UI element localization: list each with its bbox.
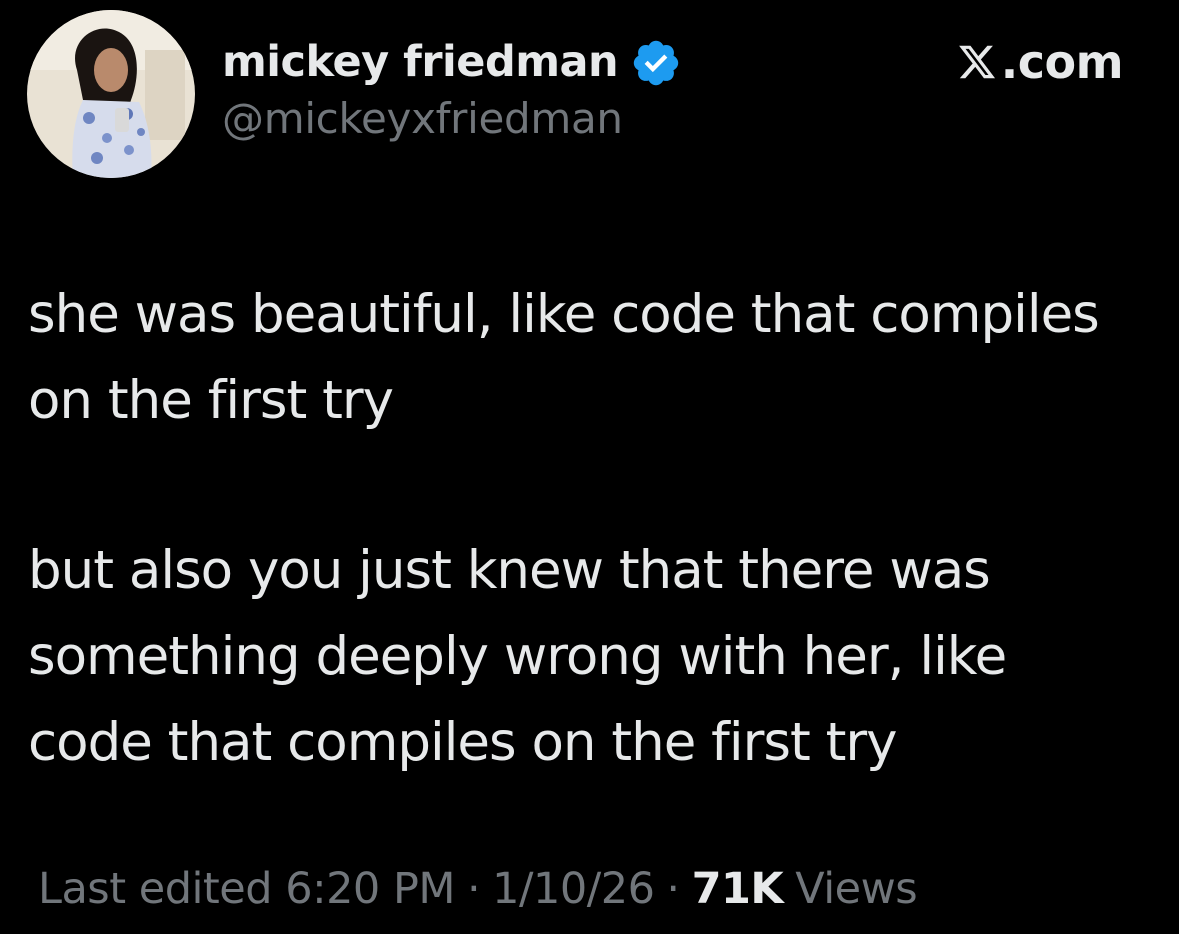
user-handle[interactable]: @mickeyxfriedman: [222, 92, 782, 146]
avatar-image: [27, 10, 195, 178]
edit-label[interactable]: Last edited: [38, 859, 273, 919]
author-block: mickey friedman @mickeyxfriedman: [222, 34, 782, 146]
views-count[interactable]: 71K: [692, 859, 784, 919]
tweet-meta: Last edited 6:20 PM · 1/10/26 · 71K View…: [38, 858, 918, 920]
tweet-date[interactable]: 1/10/26: [492, 859, 655, 919]
tweet-paragraph-2: but also you just knew that there was so…: [28, 540, 1007, 773]
display-name[interactable]: mickey friedman: [222, 34, 619, 90]
meta-separator: ·: [666, 864, 680, 914]
brand-domain: .com: [1000, 35, 1124, 89]
meta-separator: ·: [466, 864, 481, 914]
name-row: mickey friedman: [222, 34, 782, 90]
tweet-time[interactable]: 6:20 PM: [285, 859, 455, 919]
tweet-paragraph-1: she was beautiful, like code that compil…: [28, 284, 1100, 431]
verified-badge-icon: [630, 37, 682, 89]
brand-watermark: .com: [957, 30, 1124, 94]
tweet-text: she was beautiful, like code that compil…: [28, 272, 1128, 786]
tweet-card: mickey friedman @mickeyxfriedman .com sh…: [0, 0, 1179, 934]
x-logo-icon: [957, 42, 997, 82]
avatar[interactable]: [27, 10, 195, 178]
views-label: Views: [795, 864, 918, 914]
